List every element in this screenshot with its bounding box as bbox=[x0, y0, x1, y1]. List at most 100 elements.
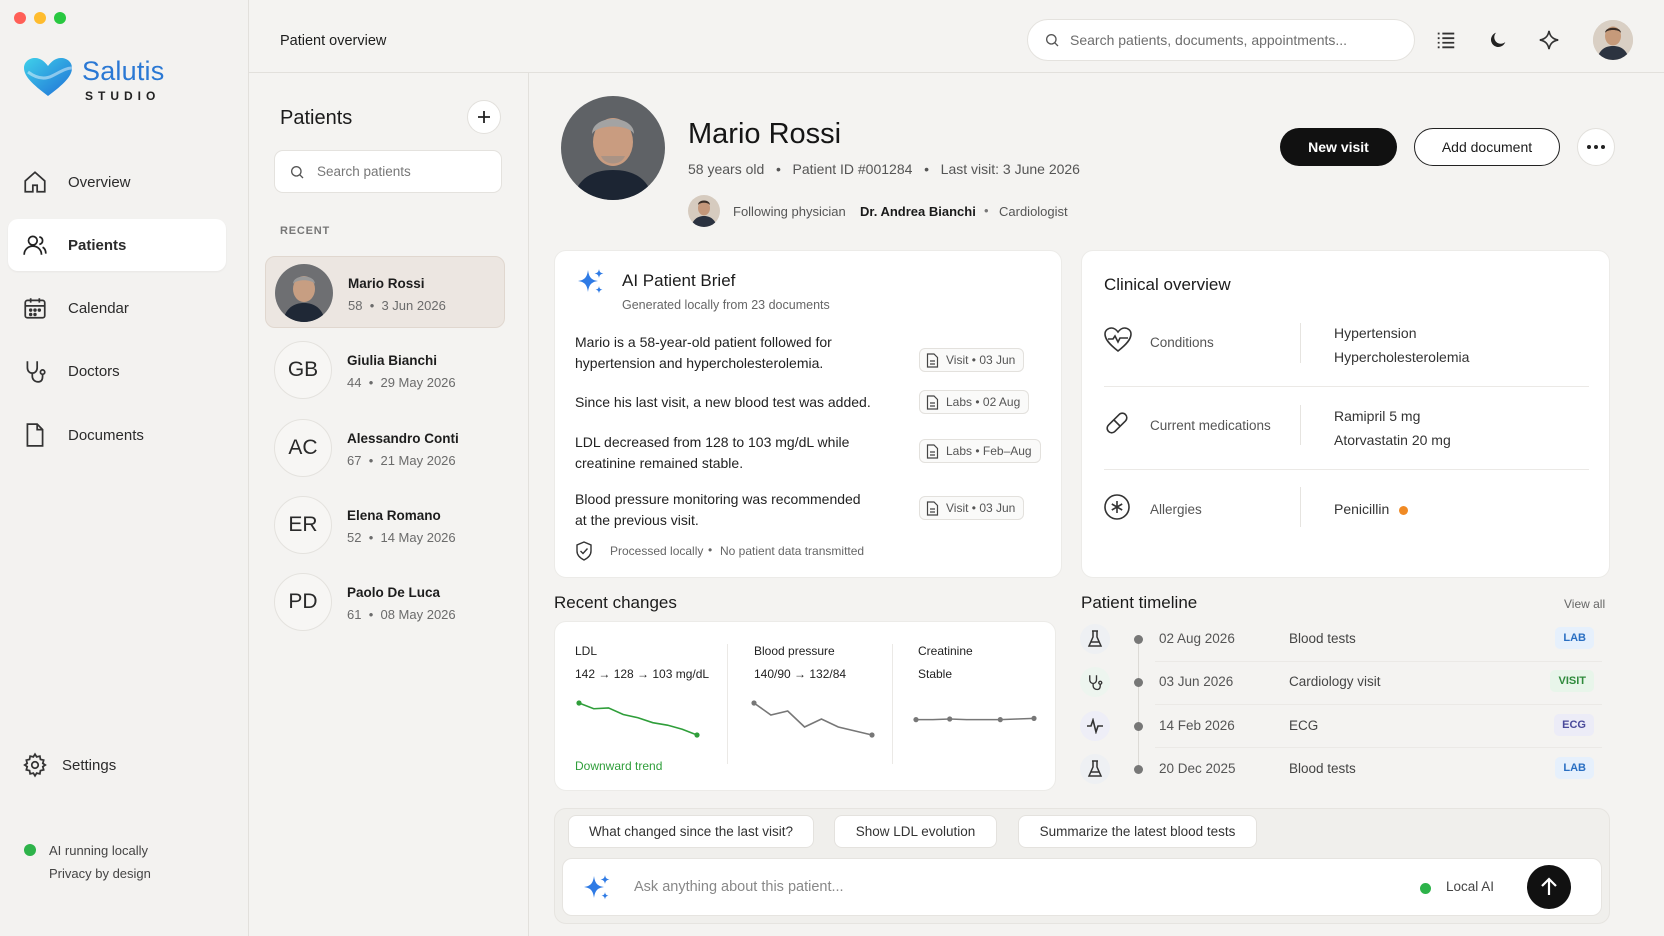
source-chip[interactable]: Labs • Feb–Aug bbox=[919, 439, 1041, 463]
list-icon[interactable] bbox=[1435, 29, 1457, 51]
home-icon bbox=[24, 171, 46, 193]
patient-date: 08 May 2026 bbox=[380, 607, 456, 622]
patient-list-item[interactable]: GB Giulia Bianchi 44 • 29 May 2026 bbox=[265, 334, 505, 406]
source-chip[interactable]: Labs • 02 Aug bbox=[919, 390, 1030, 414]
more-options-button[interactable] bbox=[1577, 128, 1615, 166]
ask-input[interactable]: Ask anything about this patient... Local… bbox=[562, 858, 1602, 916]
patient-name: Alessandro Conti bbox=[347, 431, 459, 446]
global-search-input[interactable]: Search patients, documents, appointments… bbox=[1027, 19, 1415, 61]
window-maximize-button[interactable] bbox=[54, 12, 66, 24]
ldl-sparkline bbox=[576, 700, 700, 738]
patient-age: 61 bbox=[347, 607, 362, 622]
sidebar-item-calendar[interactable]: Calendar bbox=[8, 282, 226, 334]
brief-item-text: Blood pressure monitoring was recommende… bbox=[575, 491, 861, 528]
suggestion-chip[interactable]: Show LDL evolution bbox=[834, 815, 997, 848]
user-avatar[interactable] bbox=[1593, 20, 1633, 60]
stethoscope-icon bbox=[26, 361, 46, 383]
chip-type: Visit bbox=[946, 501, 969, 515]
processed-locally-text: Processed locally bbox=[610, 544, 704, 558]
patient-initials: AC bbox=[274, 419, 332, 477]
patient-search-input[interactable]: Search patients bbox=[274, 150, 502, 193]
timeline-badge: VISIT bbox=[1550, 670, 1594, 692]
physician-avatar bbox=[688, 195, 720, 227]
patient-list-item[interactable]: Mario Rossi 58 • 3 Jun 2026 bbox=[265, 256, 505, 328]
timeline-badge: ECG bbox=[1554, 714, 1594, 736]
sidebar-item-label: Overview bbox=[68, 173, 131, 191]
more-icon bbox=[1587, 145, 1605, 149]
sidebar-item-overview[interactable]: Overview bbox=[8, 156, 226, 208]
patient-date: 21 May 2026 bbox=[380, 453, 456, 468]
divider bbox=[1104, 469, 1589, 470]
document-icon bbox=[926, 394, 939, 410]
ai-brief-card: AI Patient Brief Generated locally from … bbox=[554, 250, 1062, 578]
logo-name: Salutis bbox=[82, 56, 165, 86]
source-chip[interactable]: Visit • 03 Jun bbox=[919, 348, 1025, 372]
divider bbox=[1300, 487, 1301, 527]
suggestion-chip[interactable]: What changed since the last visit? bbox=[568, 815, 814, 848]
timeline-row[interactable]: 14 Feb 2026 ECG ECG bbox=[1080, 704, 1602, 747]
moon-icon[interactable] bbox=[1487, 29, 1509, 51]
divider bbox=[1300, 405, 1301, 445]
sidebar-item-documents[interactable]: Documents bbox=[8, 409, 226, 461]
sidebar-item-settings[interactable]: Settings bbox=[8, 739, 226, 791]
timeline-row[interactable]: 02 Aug 2026 Blood tests LAB bbox=[1080, 617, 1602, 660]
timeline-row[interactable]: 20 Dec 2025 Blood tests LAB bbox=[1080, 747, 1602, 790]
trend-point bbox=[947, 716, 953, 722]
metric-label: LDL bbox=[575, 644, 598, 658]
window-close-button[interactable] bbox=[14, 12, 26, 24]
add-patient-button[interactable] bbox=[467, 100, 501, 134]
divider bbox=[892, 644, 893, 764]
patient-date: 14 May 2026 bbox=[380, 530, 456, 545]
recent-changes-card: LDL 142 → 128 → 103 mg/dL Downward trend… bbox=[554, 621, 1056, 791]
app-logo[interactable]: Salutis STUDIO bbox=[22, 56, 222, 106]
add-document-button[interactable]: Add document bbox=[1414, 128, 1560, 166]
patient-age: 44 bbox=[347, 375, 362, 390]
view-all-link[interactable]: View all bbox=[1564, 597, 1605, 611]
chip-date: 02 Aug bbox=[982, 395, 1021, 409]
timeline-date: 02 Aug 2026 bbox=[1159, 631, 1235, 646]
chip-type: Labs bbox=[946, 395, 973, 409]
physician-name[interactable]: Dr. Andrea Bianchi bbox=[860, 204, 976, 219]
source-chip[interactable]: Visit • 03 Jun bbox=[919, 496, 1025, 520]
patient-initials: PD bbox=[274, 573, 332, 631]
plus-icon bbox=[478, 111, 490, 123]
patient-id-text: Patient ID #001284 bbox=[792, 161, 913, 177]
patient-meta: 67 • 21 May 2026 bbox=[347, 453, 456, 468]
trend-line bbox=[916, 717, 1035, 721]
window-minimize-button[interactable] bbox=[34, 12, 46, 24]
trend-point bbox=[576, 700, 582, 706]
document-icon bbox=[926, 500, 939, 516]
status-dot bbox=[24, 844, 36, 856]
sidebar-item-doctors[interactable]: Doctors bbox=[8, 345, 226, 397]
chip-date: Feb–Aug bbox=[982, 444, 1032, 458]
creatinine-sparkline bbox=[913, 715, 1037, 723]
patient-list-panel: Patients Search patients RECENT Mario Ro… bbox=[249, 73, 529, 936]
timeline-row[interactable]: 03 Jun 2026 Cardiology visit VISIT bbox=[1080, 660, 1602, 703]
timeline-event: ECG bbox=[1289, 718, 1319, 733]
patient-date: 29 May 2026 bbox=[380, 375, 456, 390]
patient-list-item[interactable]: PD Paolo De Luca 61 • 08 May 2026 bbox=[265, 566, 505, 638]
trend-line bbox=[753, 702, 873, 736]
suggestion-chip[interactable]: Summarize the latest blood tests bbox=[1018, 815, 1257, 848]
timeline-dot bbox=[1134, 765, 1143, 774]
patient-list-item[interactable]: AC Alessandro Conti 67 • 21 May 2026 bbox=[265, 412, 505, 484]
physician-label: Following physician bbox=[733, 204, 846, 219]
send-button[interactable] bbox=[1527, 865, 1571, 909]
ai-brief-title: AI Patient Brief bbox=[622, 271, 736, 290]
sparkle-icon[interactable] bbox=[1538, 29, 1560, 51]
ai-status-text: AI running locally bbox=[49, 843, 148, 858]
patient-meta: 44 • 29 May 2026 bbox=[347, 375, 456, 390]
allergy-warning-dot bbox=[1399, 506, 1408, 515]
sidebar-item-patients[interactable]: Patients bbox=[8, 219, 226, 271]
timeline-icon bbox=[1080, 754, 1110, 784]
new-visit-button[interactable]: New visit bbox=[1280, 128, 1397, 166]
physician-role: Cardiologist bbox=[999, 204, 1068, 219]
timeline-icon bbox=[1080, 624, 1110, 654]
sidebar-item-label: Calendar bbox=[68, 299, 129, 317]
patient-list-item[interactable]: ER Elena Romano 52 • 14 May 2026 bbox=[265, 489, 505, 561]
patient-name-title: Mario Rossi bbox=[688, 118, 842, 150]
divider bbox=[1300, 323, 1301, 363]
trend-line bbox=[578, 702, 698, 736]
metric-ldl: LDL 142 → 128 → 103 mg/dL Downward trend bbox=[575, 644, 735, 774]
gear-icon bbox=[23, 752, 47, 778]
